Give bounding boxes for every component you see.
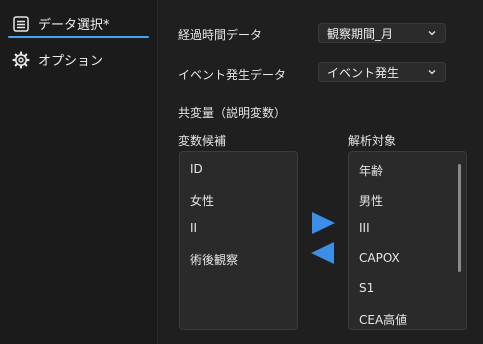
list-item[interactable]: CEA高値 bbox=[359, 311, 407, 328]
elapsed-time-dropdown[interactable]: 観察期間_月 bbox=[318, 23, 446, 43]
main-panel: 経過時間データ 観察期間_月 イベント発生データ イベント発生 共変量（説明変数… bbox=[158, 0, 483, 344]
targets-label: 解析対象 bbox=[348, 134, 397, 148]
list-item[interactable]: 年齢 bbox=[359, 162, 383, 179]
dropdown-value: イベント発生 bbox=[327, 65, 400, 80]
targets-list[interactable]: 年齢 男性 III CAPOX S1 CEA高値 bbox=[348, 151, 467, 330]
sidebar-item-label: データ選択* bbox=[38, 18, 110, 33]
active-tab-indicator bbox=[8, 36, 149, 38]
candidates-list[interactable]: ID 女性 II 術後観察 bbox=[179, 151, 298, 330]
dropdown-value: 観察期間_月 bbox=[327, 26, 394, 41]
list-item[interactable]: 術後観察 bbox=[190, 251, 238, 268]
list-item[interactable]: 男性 bbox=[359, 192, 383, 209]
event-dropdown[interactable]: イベント発生 bbox=[318, 62, 446, 82]
gear-icon bbox=[12, 50, 30, 69]
event-label: イベント発生データ bbox=[178, 68, 287, 82]
list-item[interactable]: CAPOX bbox=[359, 251, 400, 265]
elapsed-time-label: 経過時間データ bbox=[178, 28, 263, 42]
list-item[interactable]: II bbox=[190, 221, 197, 235]
sidebar-item-options[interactable]: オプション bbox=[12, 50, 103, 69]
candidates-label: 変数候補 bbox=[178, 134, 227, 148]
sidebar: データ選択* オプション bbox=[0, 0, 158, 344]
list-item[interactable]: III bbox=[359, 221, 370, 235]
chevron-down-icon bbox=[428, 70, 436, 75]
move-left-icon[interactable] bbox=[310, 241, 336, 265]
sidebar-item-label: オプション bbox=[38, 54, 104, 69]
list-item[interactable]: ID bbox=[190, 162, 203, 176]
sidebar-item-data-selection[interactable]: データ選択* bbox=[12, 14, 110, 33]
move-right-icon[interactable] bbox=[310, 211, 336, 235]
list-item[interactable]: S1 bbox=[359, 281, 374, 295]
list-icon bbox=[13, 15, 29, 32]
scrollbar[interactable] bbox=[458, 164, 461, 272]
covariate-heading: 共変量（説明変数） bbox=[178, 106, 287, 120]
chevron-down-icon bbox=[428, 31, 436, 36]
list-item[interactable]: 女性 bbox=[190, 192, 214, 209]
